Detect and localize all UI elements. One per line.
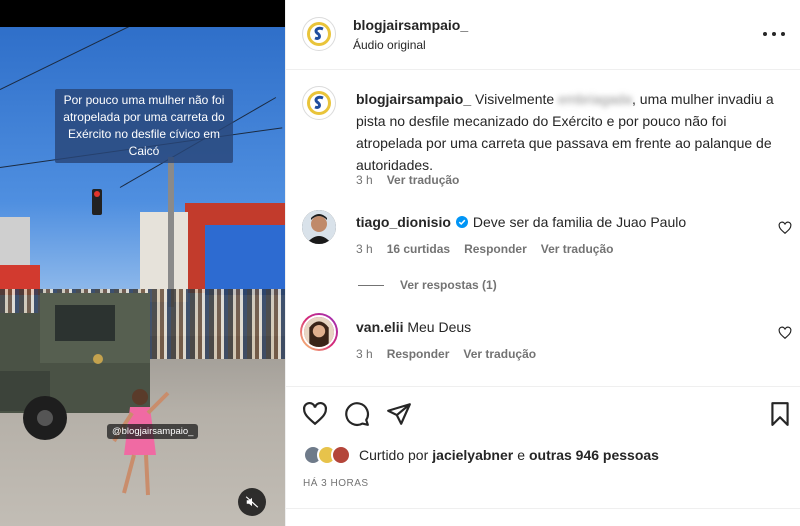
- caption-time: 3 h: [356, 173, 373, 187]
- video-caption: Por pouco uma mulher não foi atropelada …: [55, 89, 233, 163]
- reply-button[interactable]: Responder: [387, 347, 450, 361]
- blog-logo-icon: [307, 91, 331, 115]
- post-header: blogjairsampaio_ Áudio original: [286, 0, 800, 70]
- bookmark-icon[interactable]: [767, 401, 793, 427]
- post-timestamp[interactable]: HÁ 3 HORAS: [303, 478, 369, 489]
- person-photo: [302, 315, 336, 349]
- comment: van.elii Meu Deus: [356, 316, 471, 338]
- replies-divider: [358, 284, 384, 286]
- comment-time: 3 h: [356, 347, 373, 361]
- heart-icon[interactable]: [778, 221, 792, 235]
- utility-pole: [168, 157, 174, 307]
- speaker-muted-icon: [245, 496, 259, 508]
- action-bar: [286, 386, 800, 440]
- translate-link[interactable]: Ver tradução: [541, 242, 614, 256]
- video-watermark: @blogjairsampaio_: [107, 424, 199, 439]
- post-panel: blogjairsampaio_ Áudio original blogjair…: [285, 0, 800, 526]
- likes-summary: Curtido por jacielyabner e outras 946 pe…: [303, 445, 659, 465]
- comment-username[interactable]: tiago_dionisio: [356, 211, 451, 233]
- comment-icon[interactable]: [344, 401, 370, 427]
- woman-figure: [112, 389, 170, 496]
- caption-meta: 3 h Ver tradução: [356, 173, 459, 187]
- reply-button[interactable]: Responder: [464, 242, 527, 256]
- commenter-avatar[interactable]: [302, 210, 336, 244]
- post-username[interactable]: blogjairsampaio_: [353, 17, 468, 33]
- caption-username[interactable]: blogjairsampaio_: [356, 91, 471, 107]
- building-sign: [205, 225, 285, 295]
- verified-badge-icon: [455, 216, 468, 228]
- comment-text: Deve ser da familia de Juao Paulo: [472, 214, 687, 230]
- comment-meta: 3 h Responder Ver tradução: [356, 347, 536, 361]
- liker-username[interactable]: jacielyabner: [432, 447, 513, 463]
- comment: tiago_dionisio Deve ser da familia de Ju…: [356, 211, 686, 233]
- blog-logo-icon: [307, 22, 331, 46]
- caption-blurred-word: embriagada: [558, 91, 632, 107]
- commenter-avatar[interactable]: [300, 313, 338, 351]
- comment-username[interactable]: van.elii: [356, 319, 403, 335]
- power-line: [0, 27, 171, 90]
- translate-link[interactable]: Ver tradução: [463, 347, 536, 361]
- add-comment-area[interactable]: [286, 508, 800, 526]
- view-replies-label: Ver respostas (1): [400, 278, 497, 292]
- avatar[interactable]: [302, 17, 336, 51]
- traffic-light-red: [94, 191, 100, 197]
- view-replies-button[interactable]: Ver respostas (1): [358, 278, 497, 292]
- person-photo: [302, 210, 336, 244]
- liker-avatar: [331, 445, 351, 465]
- comment-text: Meu Deus: [407, 319, 472, 335]
- more-options-button[interactable]: [763, 28, 787, 40]
- likes-prefix: Curtido por: [359, 447, 429, 463]
- post-caption: blogjairsampaio_ Visivelmente embriagada…: [356, 88, 776, 176]
- heart-icon[interactable]: [778, 326, 792, 340]
- send-icon[interactable]: [386, 401, 412, 427]
- comment-likes-count[interactable]: 16 curtidas: [387, 242, 450, 256]
- caption-avatar[interactable]: [302, 86, 336, 120]
- mute-button[interactable]: [238, 488, 266, 516]
- video-player[interactable]: Por pouco uma mulher não foi atropelada …: [0, 0, 285, 526]
- caption-text-start: Visivelmente: [475, 91, 555, 107]
- likes-others-link[interactable]: outras 946 pessoas: [529, 447, 659, 463]
- heart-icon[interactable]: [302, 401, 328, 427]
- audio-label[interactable]: Áudio original: [353, 38, 426, 52]
- likes-connector: e: [517, 447, 525, 463]
- comment-time: 3 h: [356, 242, 373, 256]
- caption-translate-link[interactable]: Ver tradução: [387, 173, 460, 187]
- comment-meta: 3 h 16 curtidas Responder Ver tradução: [356, 242, 613, 256]
